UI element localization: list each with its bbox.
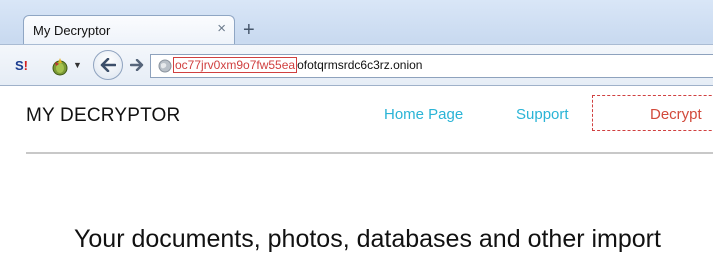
addon-s-suffix: ! — [23, 58, 29, 73]
page-content: MY DECRYPTOR Home Page Support Decrypt Y… — [0, 86, 713, 275]
header-divider — [26, 152, 713, 154]
addon-s-label: S — [15, 58, 24, 73]
address-bar[interactable]: oc77jrv0xm9o7fw55ea ofotqrmsrdc6c3rz.onio… — [150, 54, 713, 78]
globe-icon — [158, 59, 172, 73]
forward-arrow-icon — [130, 59, 144, 71]
nav-support-link[interactable]: Support — [516, 106, 569, 123]
url-highlighted-part: oc77jrv0xm9o7fw55ea — [173, 57, 298, 73]
page-headline: Your documents, photos, databases and ot… — [74, 225, 661, 253]
back-arrow-icon — [100, 58, 116, 72]
forward-button[interactable] — [127, 55, 147, 75]
tab-strip: My Decryptor × + — [0, 0, 713, 45]
nav-decrypt-label: Decrypt — [650, 106, 702, 123]
navigation-toolbar: S! ▼ oc77jrv0xm9o7fw55ea ofotqrmsrdc6c3rz… — [0, 44, 713, 86]
close-tab-icon[interactable]: × — [217, 21, 226, 37]
back-button[interactable] — [93, 50, 123, 80]
addon-s-icon[interactable]: S! — [15, 58, 37, 74]
onion-button-icon[interactable] — [50, 56, 70, 76]
site-brand[interactable]: MY DECRYPTOR — [26, 105, 180, 127]
nav-decrypt-button[interactable]: Decrypt — [592, 95, 713, 131]
chevron-down-icon[interactable]: ▼ — [73, 60, 82, 70]
new-tab-icon[interactable]: + — [243, 20, 255, 40]
url-rest: ofotqrmsrdc6c3rz.onion — [297, 58, 423, 72]
browser-chrome: My Decryptor × + S! ▼ oc77jrv0xm9o7fw55e… — [0, 0, 713, 86]
nav-home-link[interactable]: Home Page — [384, 106, 463, 123]
tab-title: My Decryptor — [33, 23, 111, 38]
url-text: oc77jrv0xm9o7fw55ea ofotqrmsrdc6c3rz.onio… — [173, 57, 423, 73]
browser-tab[interactable]: My Decryptor × — [23, 15, 235, 45]
